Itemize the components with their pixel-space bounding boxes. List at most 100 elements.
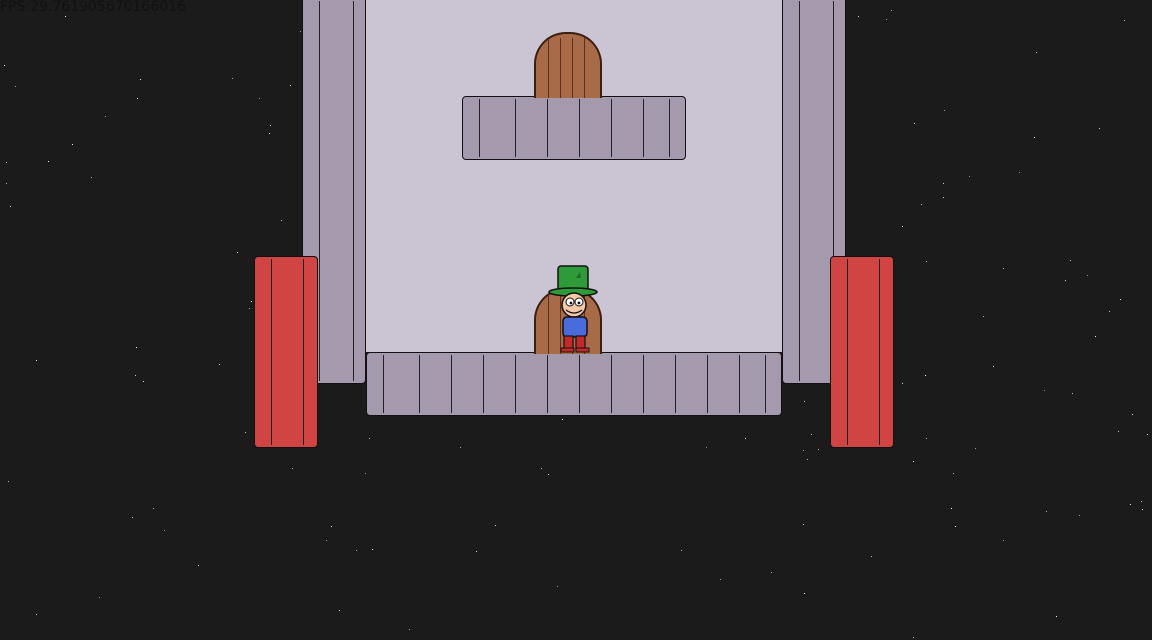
star [1003,268,1004,269]
star [706,447,707,448]
star [1120,299,1121,300]
star [4,65,5,66]
star [951,508,952,509]
star [944,110,945,111]
star [953,473,954,474]
star [1142,509,1143,510]
star [36,360,37,361]
star [1065,280,1066,281]
star [745,438,746,439]
star [902,226,903,227]
star [495,525,496,526]
star [135,375,136,376]
star [6,183,7,184]
star [914,123,915,124]
star [15,86,16,87]
star [1099,128,1100,129]
star [356,550,357,551]
star [1019,172,1020,173]
star [326,540,327,541]
star [300,31,301,32]
star [65,16,66,17]
star [460,447,461,448]
star [365,473,366,474]
star [136,347,137,348]
star [1046,511,1047,512]
star [1079,515,1080,516]
star [858,16,859,17]
star [943,183,944,184]
star [237,252,238,253]
star [245,432,246,433]
star [36,614,37,615]
star [886,19,887,20]
star [1132,414,1133,415]
left-red-block [254,256,318,448]
star [925,375,926,376]
star [1034,137,1035,138]
star [143,381,144,382]
star [1109,311,1110,312]
star [1036,52,1037,53]
star [975,448,976,449]
star [153,508,154,509]
star [249,308,250,309]
upper-stone-platform [462,96,686,160]
star [6,162,7,163]
star [1118,431,1119,432]
star [926,438,927,439]
star [804,401,805,402]
star [476,551,477,552]
star [105,116,106,117]
star [811,434,812,435]
star [48,161,49,162]
star [720,579,721,580]
star [219,364,220,365]
right-red-block [830,256,894,448]
star [541,468,542,469]
star [993,366,994,367]
star [926,261,927,262]
star [969,176,970,177]
star [983,316,984,317]
star [369,438,370,439]
player-character-icon [548,265,598,353]
star [8,481,9,482]
star [1124,20,1125,21]
star [913,461,914,462]
star [270,125,271,126]
star [1141,501,1142,502]
star [232,78,233,79]
star [281,220,282,221]
star [1044,390,1045,391]
star [1072,393,1073,394]
star [10,206,11,207]
star [251,301,252,302]
star [1130,504,1131,505]
star [803,524,804,525]
star [269,133,270,134]
star [807,459,808,460]
star [818,449,819,450]
star [548,474,549,475]
star [331,526,332,527]
star [871,556,872,557]
star [955,526,956,527]
star [198,565,199,566]
star [91,177,92,178]
star [943,197,944,198]
star [902,383,903,384]
star [339,610,340,611]
star [681,550,682,551]
fps-counter: FPS:29.761905670166016 [0,0,186,15]
star [1003,540,1004,541]
star [140,79,141,80]
star [409,629,410,630]
star [137,98,138,99]
upper-door[interactable] [534,32,602,98]
star [921,204,922,205]
star [372,549,373,550]
star [1070,260,1071,261]
star [164,530,165,531]
star [1147,434,1148,435]
